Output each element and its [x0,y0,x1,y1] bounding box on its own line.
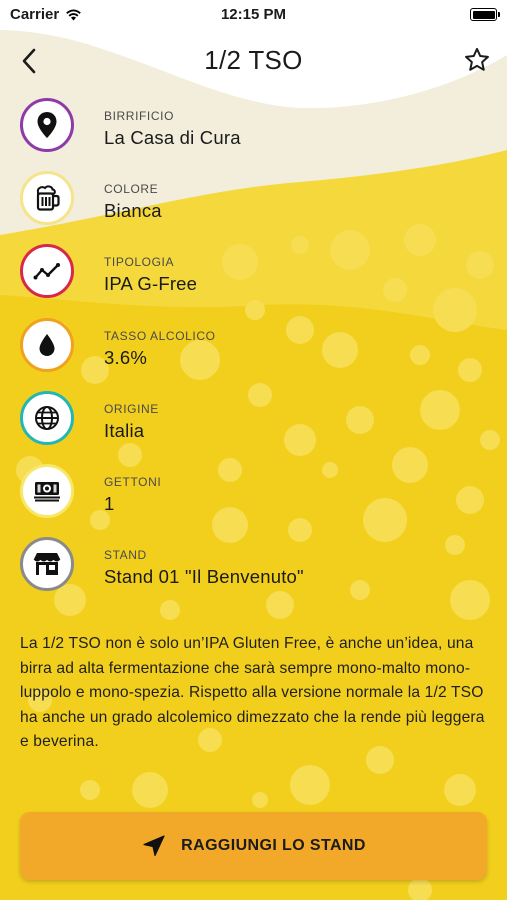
battery-icon [470,8,500,21]
navigation-bar: 1/2 TSO [0,40,507,84]
beer-description: La 1/2 TSO non è solo un’IPA Gluten Free… [20,635,485,750]
detail-label: STAND [104,548,147,562]
detail-label: ORIGINE [104,402,159,416]
location-pin-icon [37,112,57,138]
detail-row-stand[interactable]: STAND Stand 01 "Il Benvenuto" [0,535,507,605]
drop-icon [39,334,55,356]
globe-icon [35,406,59,430]
detail-icon-circle [20,537,74,591]
detail-value: La Casa di Cura [104,127,241,148]
reach-stand-button[interactable]: RAGGIUNGI LO STAND [20,812,487,880]
status-time: 12:15 PM [220,6,287,23]
star-icon [465,47,489,71]
detail-row-origine[interactable]: ORIGINE Italia [0,389,507,459]
detail-value: IPA G-Free [104,273,198,294]
trend-line-icon [33,263,60,280]
detail-icon-circle [20,391,74,445]
status-bar: Carrier 12:15 PM [0,0,507,30]
page-title: 1/2 TSO [204,45,303,75]
detail-label: TASSO ALCOLICO [104,329,216,343]
detail-value: Italia [104,420,145,441]
detail-label: BIRRIFICIO [104,109,175,123]
detail-row-colore[interactable]: COLORE Bianca [0,169,507,239]
detail-label: GETTONI [104,475,162,489]
detail-value: 1 [104,493,115,514]
detail-row-tasso-alcolico[interactable]: TASSO ALCOLICO 3.6% [0,316,507,386]
detail-icon-circle [20,98,74,152]
detail-row-birrificio[interactable]: BIRRIFICIO La Casa di Cura [0,96,507,166]
detail-label: COLORE [104,182,159,196]
favorite-button[interactable] [461,44,493,76]
navigation-arrow-icon [143,835,165,857]
detail-icon-circle [20,318,74,372]
detail-icon-circle [20,244,74,298]
detail-icon-circle [20,171,74,225]
detail-icon-circle [20,464,74,518]
reach-stand-label: RAGGIUNGI LO STAND [181,837,366,854]
beer-mug-icon [36,185,60,211]
store-icon [33,553,61,575]
detail-label: TIPOLOGIA [104,255,175,269]
detail-value: Bianca [104,200,162,221]
detail-value: Stand 01 "Il Benvenuto" [104,566,304,587]
detail-row-gettoni[interactable]: GETTONI 1 [0,462,507,532]
money-icon [34,482,60,502]
detail-value: 3.6% [104,347,147,368]
detail-row-tipologia[interactable]: TIPOLOGIA IPA G-Free [0,242,507,312]
